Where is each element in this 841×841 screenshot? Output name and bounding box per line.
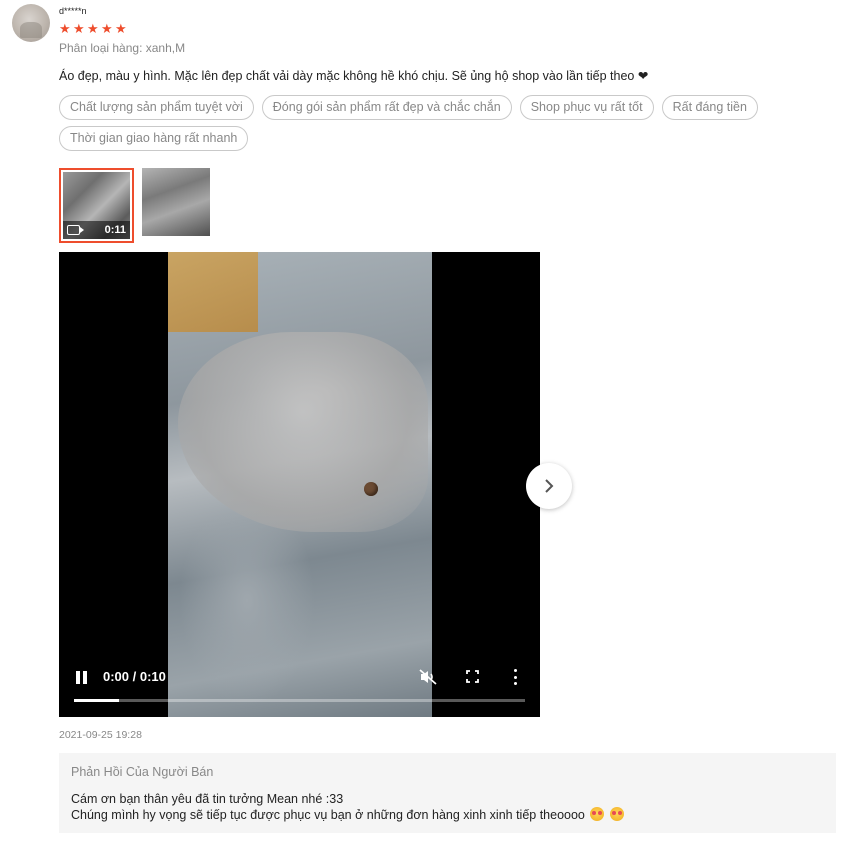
star-icon: ★ <box>59 21 71 36</box>
video-thumbnail[interactable]: 0:11 <box>59 168 134 243</box>
star-icon: ★ <box>115 21 127 36</box>
video-player[interactable]: 0:00 / 0:10 <box>59 252 540 717</box>
seller-reply-body: Cám ơn bạn thân yêu đã tin tưởng Mean nh… <box>71 792 824 823</box>
frame-fabric <box>178 332 428 532</box>
star-icon: ★ <box>101 21 113 36</box>
video-camera-icon <box>67 225 84 235</box>
video-time: 0:00 / 0:10 <box>103 669 166 684</box>
seller-reply-title: Phản Hồi Của Người Bán <box>71 765 214 779</box>
seller-reply-line-text: Chúng mình hy vọng sẽ tiếp tục được phục… <box>71 808 585 822</box>
media-thumbnails: 0:11 <box>59 168 210 243</box>
video-duration: 0:11 <box>104 224 126 236</box>
star-icon: ★ <box>73 21 85 36</box>
pause-icon[interactable] <box>76 671 88 684</box>
video-controls: 0:00 / 0:10 <box>59 657 540 717</box>
next-media-button[interactable] <box>526 463 572 509</box>
video-progress-fill <box>74 699 120 702</box>
seller-reply-line-2: Chúng mình hy vọng sẽ tiếp tục được phục… <box>71 807 824 823</box>
review-tag: Rất đáng tiền <box>661 95 758 120</box>
video-duration-bar: 0:11 <box>63 221 130 239</box>
review-date: 2021-09-25 19:28 <box>59 729 142 741</box>
review-tag: Shop phục vụ rất tốt <box>519 95 654 120</box>
review-tag: Đóng gói sản phẩm rất đẹp và chắc chắn <box>261 95 512 120</box>
mute-icon[interactable] <box>419 669 437 685</box>
username: d*****n <box>59 6 87 16</box>
seller-reply-line: Cám ơn bạn thân yêu đã tin tưởng Mean nh… <box>71 792 344 806</box>
video-progress-bar[interactable] <box>74 699 525 702</box>
review-tag: Thời gian giao hàng rất nhanh <box>59 126 249 151</box>
star-icon: ★ <box>87 21 99 36</box>
image-thumbnail[interactable] <box>142 168 210 236</box>
review-tag: Chất lượng sản phẩm tuyệt vời <box>59 95 254 120</box>
review-tags: Chất lượng sản phẩm tuyệt vời Đóng gói s… <box>59 95 799 151</box>
frame-jacket-button <box>364 482 378 496</box>
smiling-face-emoji-icon <box>609 807 624 821</box>
review-text: Áo đẹp, màu y hình. Mặc lên đẹp chất vải… <box>59 69 649 83</box>
star-rating: ★ ★ ★ ★ ★ <box>59 22 128 35</box>
chevron-right-icon <box>545 479 554 493</box>
video-frame <box>168 252 432 717</box>
avatar <box>12 4 50 42</box>
thumbnail-image <box>142 168 210 236</box>
frame-background <box>168 252 258 332</box>
seller-reply: Phản Hồi Của Người Bán Cám ơn bạn thân y… <box>59 753 836 833</box>
smiling-face-emoji-icon <box>590 807 605 821</box>
fullscreen-icon[interactable] <box>466 670 479 683</box>
product-variation: Phân loại hàng: xanh,M <box>59 41 186 55</box>
more-vertical-icon[interactable] <box>514 669 518 685</box>
